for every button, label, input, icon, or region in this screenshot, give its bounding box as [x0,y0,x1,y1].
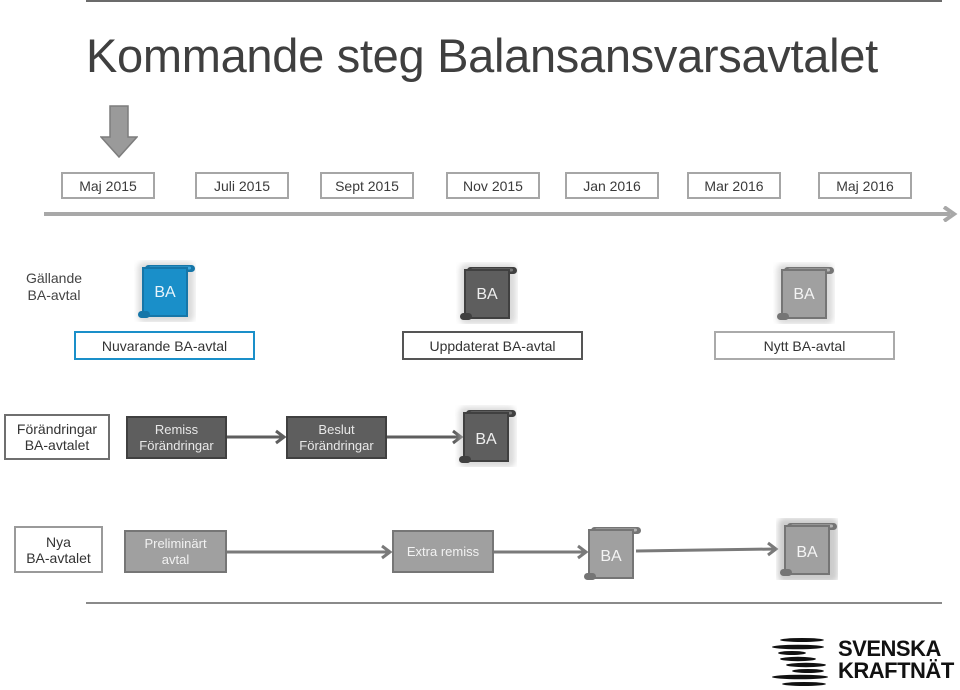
top-divider [86,0,942,2]
svenska-kraftnat-logo: SVENSKA KRAFTNÄT [768,636,958,688]
step-line1: Beslut [318,421,355,437]
date-box-nov-2015: Nov 2015 [446,172,540,199]
step-beslut-forandringar: Beslut Förändringar [286,416,387,459]
arrow-remiss-to-beslut [227,429,287,445]
page-title: Kommande steg Balansansvarsavtalet [86,29,878,82]
scroll-label: BA [154,284,176,301]
scroll-label: BA [796,544,818,561]
date-box-maj-2015: Maj 2015 [61,172,155,199]
scroll-label: BA [476,286,498,303]
caption-nytt: Nytt BA-avtal [714,331,895,360]
step-preliminart-avtal: Preliminärt avtal [124,530,227,573]
logo-line2: KRAFTNÄT [838,658,954,683]
step-line1: Preliminärt [144,535,207,551]
logo-line1: SVENSKA [838,636,941,661]
caption-nuvarande: Nuvarande BA-avtal [74,331,255,360]
document-scroll-icon-final: BA [776,518,838,582]
document-scroll-icon-current: BA [134,260,196,322]
date-box-mar-2016: Mar 2016 [687,172,781,199]
down-arrow-icon [100,105,138,159]
date-box-juli-2015: Juli 2015 [195,172,289,199]
row-label-line2: BA-avtalet [24,437,90,453]
document-scroll-icon-new: BA [773,262,835,324]
arrow-doc-to-final-doc [635,541,779,557]
date-box-maj-2016: Maj 2016 [818,172,912,199]
arrow-prelim-to-extra [227,544,393,560]
scroll-label: BA [793,286,815,303]
date-box-sept-2015: Sept 2015 [320,172,414,199]
scroll-label: BA [475,431,497,448]
row-label-line2: BA-avtal [27,287,81,303]
caption-uppdaterat: Uppdaterat BA-avtal [402,331,583,360]
step-remiss-forandringar: Remiss Förändringar [126,416,227,459]
logo-waves-icon [772,638,828,686]
document-scroll-icon-changes: BA [455,405,517,467]
timeline-arrow [44,206,958,222]
step-line2: Förändringar [139,437,214,453]
row-label-gallande: Gällande BA-avtal [14,270,94,304]
document-scroll-icon-updated: BA [456,262,518,324]
step-line1: Remiss [154,421,199,437]
row-label-line1: Nya [46,533,71,550]
arrow-beslut-to-doc [387,429,464,445]
row-label-nya: Nya BA-avtalet [14,526,103,573]
step-line2: avtal [161,551,190,567]
scroll-label: BA [600,548,622,565]
row-label-line1: Förändringar [16,421,98,437]
step-extra-remiss: Extra remiss [392,530,494,573]
step-line2: Förändringar [299,437,374,453]
date-box-jan-2016: Jan 2016 [565,172,659,199]
row-label-line1: Gällande [25,270,83,286]
row-label-forandringar: Förändringar BA-avtalet [4,414,110,460]
arrow-extra-to-doc [494,544,589,560]
document-scroll-icon-prelim: BA [580,522,642,584]
row-label-line2: BA-avtalet [26,549,91,566]
bottom-divider [86,602,942,604]
